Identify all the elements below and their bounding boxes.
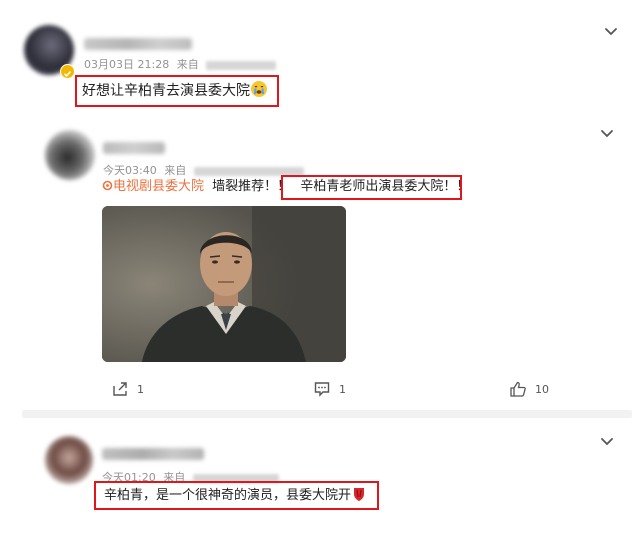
comment-2: 今天03:40 来自 电视剧县委大院 墙裂推荐！！ 辛柏青老师出演县委大院！！ xyxy=(0,110,640,410)
share-count: 1 xyxy=(137,382,144,396)
location-pin-icon xyxy=(102,180,113,191)
comment-3: 今天01:20 来自 辛柏青，是一个很神奇的演员，县委大院开 xyxy=(0,418,640,538)
comment-action[interactable]: 1 xyxy=(313,380,346,398)
share-action[interactable]: 1 xyxy=(111,380,144,398)
hashtag-link[interactable]: 电视剧县委大院 xyxy=(102,179,208,194)
actor-photo[interactable] xyxy=(102,206,346,362)
comment-1: 03月03日 21:28 来自 好想让辛柏青去演县委大院 xyxy=(0,0,640,110)
chevron-down-icon[interactable] xyxy=(596,430,618,452)
timestamp: 今天03:40 xyxy=(103,164,157,177)
verified-badge-icon xyxy=(60,64,75,79)
source-prefix: 来自 xyxy=(176,58,199,71)
share-icon xyxy=(113,382,127,396)
timestamp: 03月03日 21:28 xyxy=(84,58,170,71)
comment-meta: 今天03:40 来自 xyxy=(103,162,304,178)
username[interactable] xyxy=(103,142,165,154)
avatar[interactable] xyxy=(45,130,95,180)
comment-meta: 03月03日 21:28 来自 xyxy=(84,56,277,72)
comment-text-plain: 墙裂推荐！！ xyxy=(212,179,291,194)
avatar[interactable] xyxy=(45,436,93,484)
comment-count: 1 xyxy=(339,382,346,396)
source-prefix: 来自 xyxy=(164,164,187,177)
highlight-box xyxy=(75,75,279,107)
highlight-box xyxy=(281,175,462,200)
section-divider xyxy=(22,410,632,418)
chevron-down-icon[interactable] xyxy=(600,20,622,42)
comment-icon xyxy=(314,382,330,397)
highlight-box xyxy=(94,481,379,510)
like-action[interactable]: 10 xyxy=(509,380,549,398)
source-device xyxy=(206,60,277,70)
like-count: 10 xyxy=(535,382,549,396)
username[interactable] xyxy=(102,448,204,460)
chevron-down-icon[interactable] xyxy=(596,122,618,144)
username[interactable] xyxy=(84,38,192,50)
thumbs-up-icon xyxy=(510,381,526,397)
